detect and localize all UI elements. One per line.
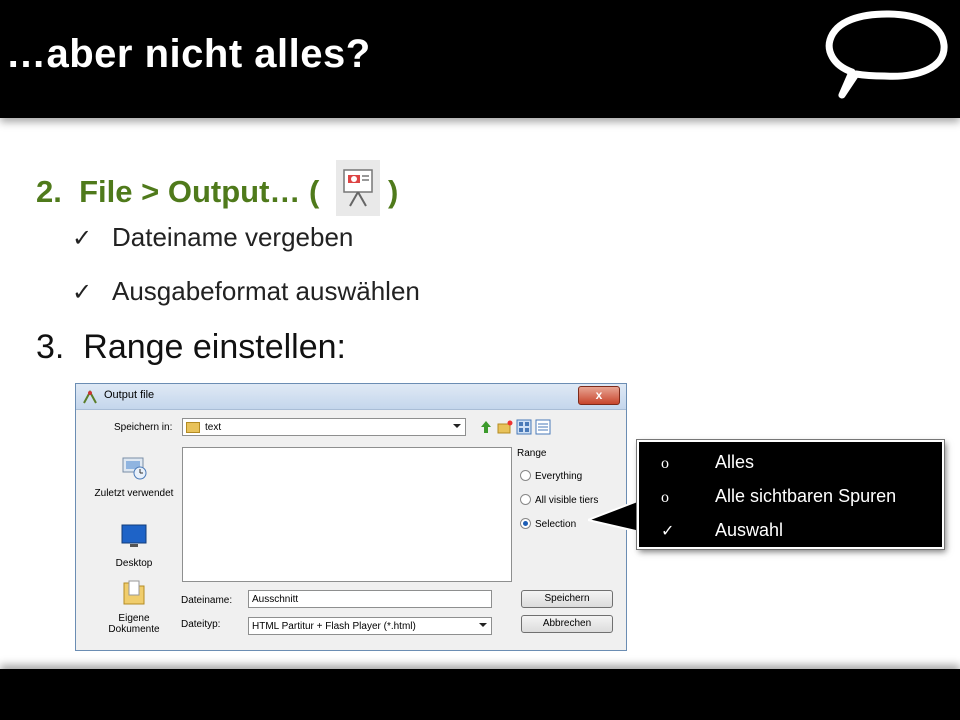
- place-label: Zuletzt verwendet: [94, 488, 174, 499]
- bullet-icon: o: [661, 489, 669, 506]
- dialog-title: Output file: [104, 389, 155, 401]
- callout-item: o Alle sichtbaren Spuren: [661, 486, 896, 507]
- folder-icon: [186, 422, 200, 433]
- check-item: ✓ Dateiname vergeben: [72, 222, 353, 253]
- step-2-close-paren: ): [387, 174, 399, 209]
- place-desktop[interactable]: Desktop: [94, 522, 174, 569]
- presentation-icon: [335, 160, 380, 216]
- new-folder-icon[interactable]: [497, 419, 513, 435]
- callout-pointer: [588, 499, 640, 533]
- radio-button-selected[interactable]: [520, 518, 531, 529]
- slide-title: …aber nicht alles?: [6, 32, 371, 76]
- place-label: Desktop: [115, 558, 153, 569]
- chevron-down-icon: [479, 623, 487, 627]
- filetype-select[interactable]: HTML Partitur + Flash Player (*.html): [248, 617, 492, 635]
- desktop-icon: [121, 524, 147, 547]
- output-file-dialog: Output file x Speichern in: text Zuletzt…: [75, 383, 627, 651]
- footer-bar: [0, 669, 960, 720]
- close-button[interactable]: x: [578, 386, 620, 405]
- step-2-number: 2.: [36, 174, 62, 209]
- step-3-heading: 3. Range einstellen:: [36, 328, 346, 367]
- step-2-heading: 2. File > Output… ( ): [36, 160, 398, 216]
- range-callout: o Alles o Alle sichtbaren Spuren ✓ Auswahl: [637, 440, 944, 549]
- dialog-titlebar: Output file x: [76, 384, 626, 410]
- details-view-icon[interactable]: [535, 419, 551, 435]
- filename-value: Ausschnitt: [252, 594, 299, 605]
- radio-button[interactable]: [520, 470, 531, 481]
- filename-input[interactable]: Ausschnitt: [248, 590, 492, 608]
- checkmark-icon: ✓: [72, 279, 93, 306]
- app-icon: [83, 389, 97, 404]
- check-item-text: Ausgabeformat auswählen: [112, 276, 420, 306]
- place-recent[interactable]: Zuletzt verwendet: [94, 452, 174, 499]
- checkmark-icon: ✓: [661, 523, 675, 540]
- radio-label: Selection: [535, 519, 577, 530]
- radio-button[interactable]: [520, 494, 531, 505]
- save-in-combo[interactable]: text: [182, 418, 466, 436]
- radio-everything[interactable]: Everything: [520, 470, 582, 482]
- cancel-button[interactable]: Abbrechen: [521, 615, 613, 633]
- up-folder-icon[interactable]: [478, 419, 494, 435]
- filetype-label: Dateityp:: [181, 619, 221, 630]
- callout-item: ✓ Auswahl: [661, 520, 783, 541]
- filename-label: Dateiname:: [181, 595, 233, 606]
- step-3-text: Range einstellen:: [83, 328, 347, 366]
- callout-item-text: Alles: [715, 452, 755, 472]
- documents-folder-icon: [123, 580, 145, 605]
- check-item: ✓ Ausgabeformat auswählen: [72, 276, 420, 307]
- save-button[interactable]: Speichern: [521, 590, 613, 608]
- callout-item-text: Alle sichtbaren Spuren: [715, 486, 897, 506]
- step-3-number: 3.: [36, 328, 65, 366]
- callout-item: o Alles: [661, 452, 754, 473]
- radio-selection[interactable]: Selection: [520, 518, 576, 530]
- range-title: Range: [517, 448, 547, 459]
- filetype-value: HTML Partitur + Flash Player (*.html): [252, 621, 416, 632]
- save-in-value: text: [205, 422, 222, 433]
- place-documents[interactable]: Eigene Dokumente: [94, 577, 174, 635]
- file-list[interactable]: [182, 447, 512, 582]
- callout-item-text: Auswahl: [715, 520, 784, 540]
- radio-label: Everything: [535, 471, 583, 482]
- speech-bubble-icon: [825, 10, 948, 99]
- step-2-text: File > Output… (: [79, 174, 320, 209]
- checkmark-icon: ✓: [72, 225, 93, 252]
- view-menu-icon[interactable]: [516, 419, 532, 435]
- radio-all-visible-tiers[interactable]: All visible tiers: [520, 494, 598, 506]
- check-item-text: Dateiname vergeben: [112, 222, 354, 252]
- title-bar: …aber nicht alles?: [0, 0, 960, 118]
- save-in-label: Speichern in:: [114, 422, 173, 433]
- place-label: Eigene Dokumente: [108, 613, 160, 635]
- bullet-icon: o: [661, 455, 669, 472]
- recent-icon: [122, 457, 147, 480]
- chevron-down-icon: [453, 424, 461, 428]
